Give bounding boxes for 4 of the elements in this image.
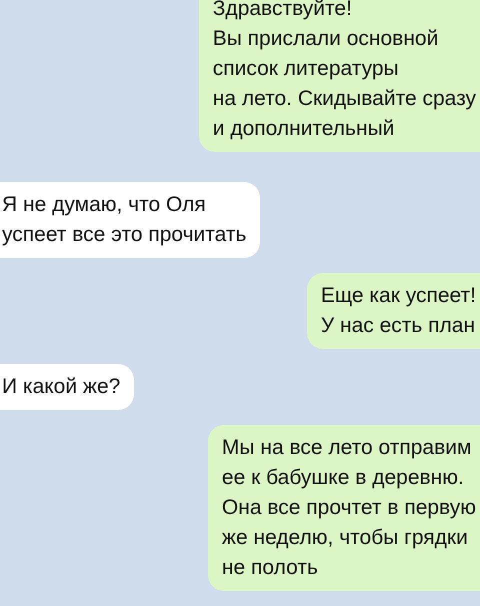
outgoing-message: Мы на все лето отправим ее к бабушке в деревню. Она все прочтет в первую же неделю, чтобы грядки не полоть [208,425,480,591]
incoming-message: Я не думаю, что Оля успеет все это прочитать [0,182,260,258]
outgoing-message: Еще как успеет! У нас есть план [306,273,480,349]
incoming-message: И какой же? [0,364,134,410]
